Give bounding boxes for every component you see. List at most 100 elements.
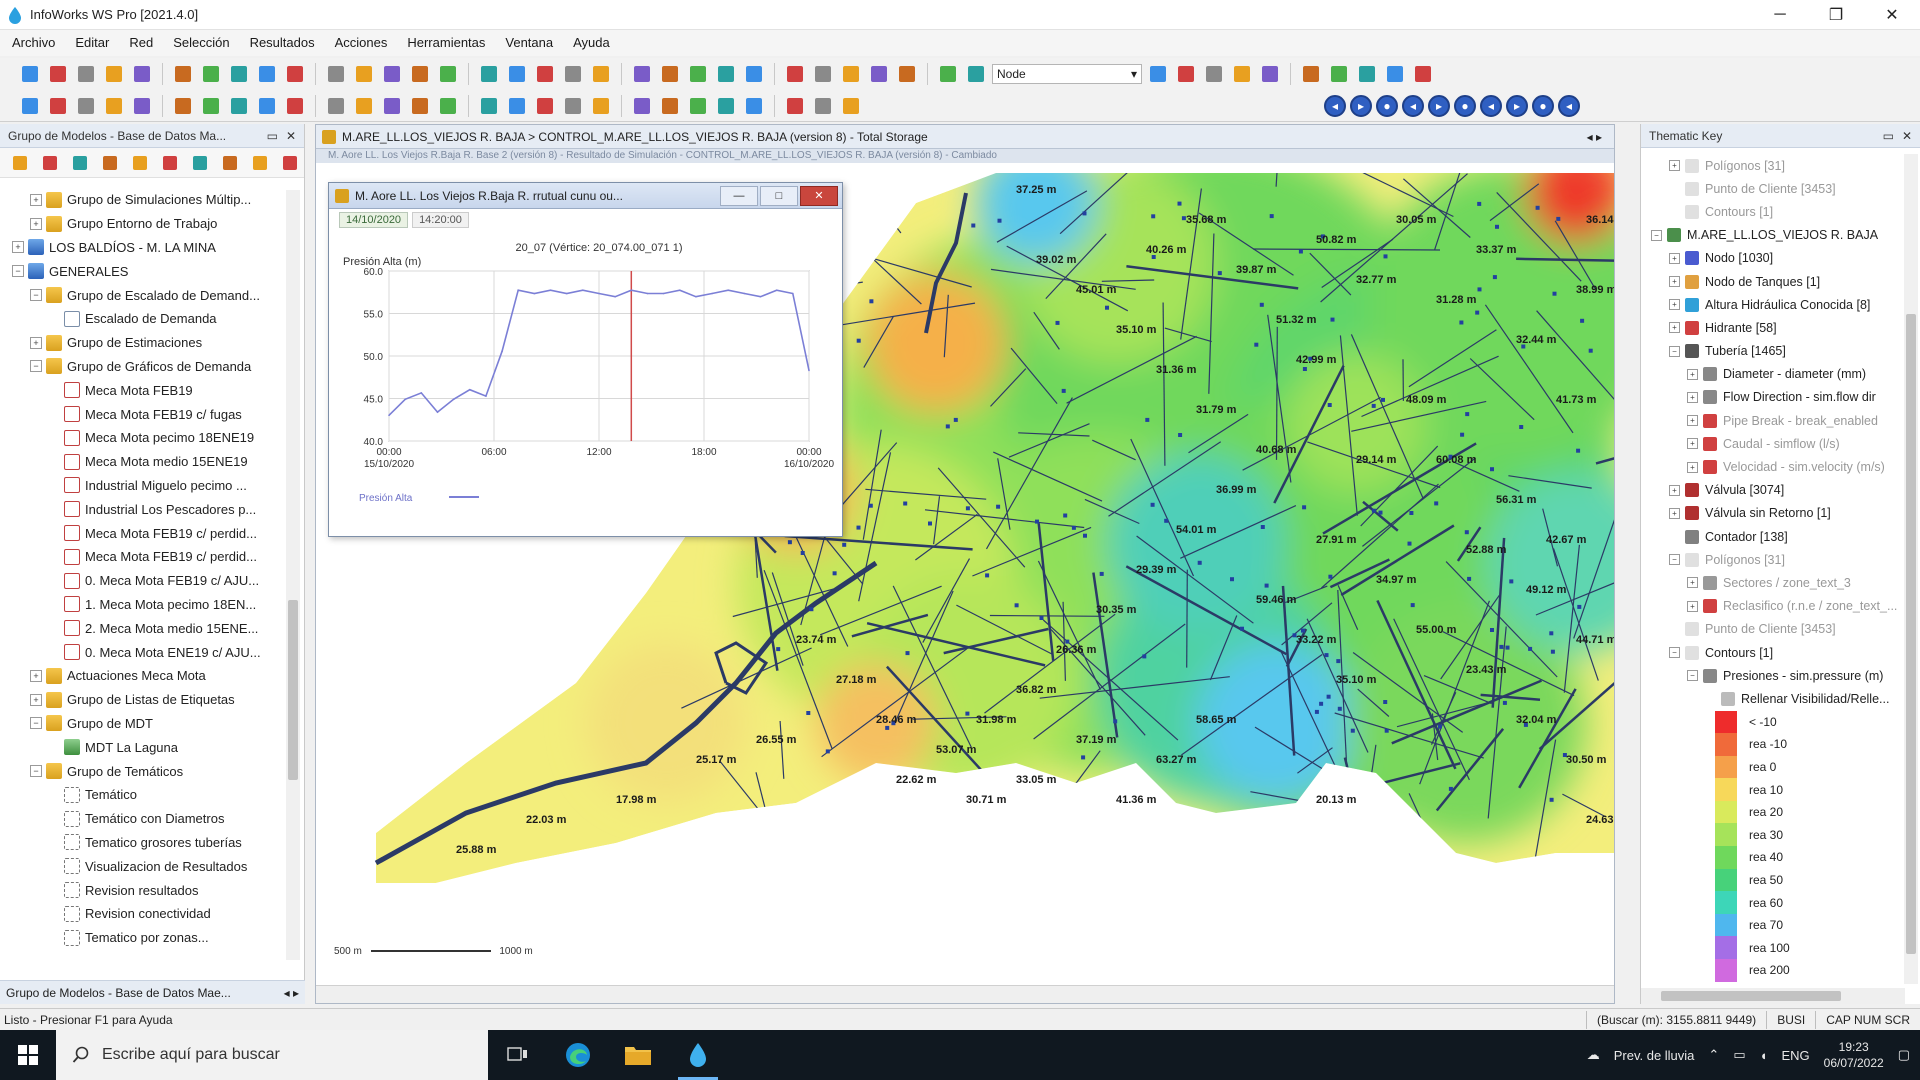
main-tool-button-31[interactable]	[964, 62, 988, 86]
tree-tool-button-5[interactable]	[158, 151, 182, 175]
main-tool-button-20[interactable]	[630, 62, 654, 86]
network-node[interactable]	[1260, 525, 1265, 529]
pipe[interactable]	[1275, 326, 1278, 460]
tree-tool-button-0[interactable]	[8, 151, 32, 175]
tree-item[interactable]: + Grupo Entorno de Trabajo	[0, 212, 285, 236]
legend-item[interactable]: + Diameter - diameter (mm)	[1641, 363, 1905, 386]
legend-item[interactable]: + Válvula [3074]	[1641, 479, 1905, 502]
secondary-tool-button-21[interactable]	[658, 94, 682, 118]
secondary-tool-button-15[interactable]	[477, 94, 501, 118]
network-node[interactable]	[1490, 628, 1494, 632]
tree-item[interactable]: + Grupo de Simulaciones Múltip...	[0, 188, 285, 212]
tree-tool-button-3[interactable]	[98, 151, 122, 175]
tree-item[interactable]: Meca Mota pecimo 18ENE19	[0, 426, 285, 450]
network-node[interactable]	[787, 540, 792, 545]
menu-seleccion[interactable]: Selección	[163, 30, 239, 56]
legend-hscroll-thumb[interactable]	[1661, 991, 1841, 1001]
playback-button-0[interactable]: ◂	[1324, 94, 1346, 117]
network-node[interactable]	[1371, 508, 1376, 513]
menu-red[interactable]: Red	[119, 30, 163, 56]
infoworks-taskbar-button[interactable]	[668, 1030, 728, 1080]
network-node[interactable]	[868, 503, 873, 508]
tree-item[interactable]: + Grupo de Listas de Etiquetas	[0, 688, 285, 712]
network-node[interactable]	[776, 647, 781, 652]
expand-icon[interactable]: +	[1687, 577, 1698, 589]
network-node[interactable]	[1383, 700, 1388, 704]
tree-item[interactable]: Revision conectividad	[0, 902, 285, 926]
legend-item[interactable]: + Flow Direction - sim.flow dir	[1641, 386, 1905, 409]
network-node[interactable]	[1230, 577, 1234, 582]
network-node[interactable]	[1383, 254, 1388, 259]
network-node[interactable]	[1125, 773, 1130, 778]
secondary-tool-button-9[interactable]	[283, 94, 307, 118]
secondary-tool-button-23[interactable]	[714, 94, 738, 118]
network-node[interactable]	[1328, 574, 1333, 579]
tree-item[interactable]: Revision resultados	[0, 878, 285, 902]
tree-item[interactable]: Escalado de Demanda	[0, 307, 285, 331]
main-tool-button-41[interactable]	[1411, 62, 1435, 86]
network-node[interactable]	[843, 254, 848, 259]
secondary-tool-button-17[interactable]	[533, 94, 557, 118]
main-tool-button-13[interactable]	[408, 62, 432, 86]
network-node[interactable]	[1061, 388, 1066, 393]
network-node[interactable]	[1337, 706, 1342, 711]
collapse-icon[interactable]: −	[1669, 345, 1680, 357]
legend-item[interactable]: + Altura Hidráulica Conocida [8]	[1641, 293, 1905, 316]
legend-item[interactable]: + Polígonos [31]	[1641, 154, 1905, 177]
network-node[interactable]	[1298, 249, 1303, 254]
expand-icon[interactable]: +	[1687, 391, 1698, 403]
tree-item[interactable]: − GENERALES	[0, 259, 285, 283]
expand-icon[interactable]: +	[12, 241, 24, 254]
playback-button-2[interactable]: ●	[1376, 94, 1398, 117]
collapse-icon[interactable]: −	[30, 289, 42, 302]
secondary-tool-button-0[interactable]	[18, 94, 42, 118]
network-node[interactable]	[1177, 201, 1182, 206]
playback-button-4[interactable]: ▸	[1428, 94, 1450, 117]
tree-item[interactable]: Industrial Miguelo pecimo ...	[0, 474, 285, 498]
network-node[interactable]	[1081, 755, 1086, 760]
tree-item[interactable]: − Grupo de Escalado de Demand...	[0, 283, 285, 307]
legend-item[interactable]: + Sectores / zone_text_3	[1641, 571, 1905, 594]
network-node[interactable]	[1535, 205, 1540, 210]
network-node[interactable]	[832, 571, 837, 576]
expand-icon[interactable]: +	[1669, 484, 1680, 496]
main-tool-button-32[interactable]	[1146, 62, 1170, 86]
expand-icon[interactable]: +	[1687, 600, 1698, 612]
network-node[interactable]	[1035, 519, 1039, 524]
legend-item[interactable]: + Válvula sin Retorno [1]	[1641, 502, 1905, 525]
playback-button-8[interactable]: ●	[1532, 94, 1554, 117]
main-tool-button-16[interactable]	[505, 62, 529, 86]
layer-combo[interactable]: Node ▾	[992, 64, 1142, 84]
network-node[interactable]	[1113, 719, 1118, 724]
network-node[interactable]	[1381, 397, 1385, 402]
legend-item[interactable]: − Contours [1]	[1641, 641, 1905, 664]
tree-tool-button-6[interactable]	[188, 151, 212, 175]
legend-item[interactable]: − Polígonos [31]	[1641, 548, 1905, 571]
expand-icon[interactable]: +	[30, 217, 42, 230]
secondary-tool-button-4[interactable]	[130, 94, 154, 118]
network-node[interactable]	[1576, 448, 1581, 453]
graph-window[interactable]: M. Aore LL. Los Viejos R.Baja R. rrutual…	[328, 182, 843, 537]
network-node[interactable]	[1477, 201, 1482, 206]
tree-scrollbar[interactable]	[286, 190, 300, 960]
tree-item[interactable]: Tematico grosores tuberías	[0, 831, 285, 855]
legend-scrollbar-thumb[interactable]	[1906, 314, 1916, 954]
network-node[interactable]	[1178, 433, 1183, 437]
secondary-tool-button-22[interactable]	[686, 94, 710, 118]
graph-time-tab[interactable]: 14:20:00	[412, 212, 469, 228]
secondary-tool-button-24[interactable]	[742, 94, 766, 118]
network-node[interactable]	[1330, 317, 1335, 322]
expand-icon[interactable]: +	[1669, 276, 1680, 288]
network-node[interactable]	[1099, 571, 1104, 576]
expand-icon[interactable]: +	[1687, 461, 1698, 473]
expand-icon[interactable]: +	[30, 669, 42, 682]
network-node[interactable]	[905, 651, 910, 656]
graph-title-bar[interactable]: M. Aore LL. Los Viejos R.Baja R. rrutual…	[329, 183, 842, 209]
network-node[interactable]	[1549, 631, 1554, 636]
network-node[interactable]	[1409, 511, 1414, 515]
main-tool-button-30[interactable]	[936, 62, 960, 86]
network-node[interactable]	[1302, 367, 1307, 371]
network-node[interactable]	[903, 501, 908, 506]
tree-item[interactable]: Meca Mota medio 15ENE19	[0, 450, 285, 474]
tree-item[interactable]: Meca Mota FEB19 c/ perdid...	[0, 545, 285, 569]
